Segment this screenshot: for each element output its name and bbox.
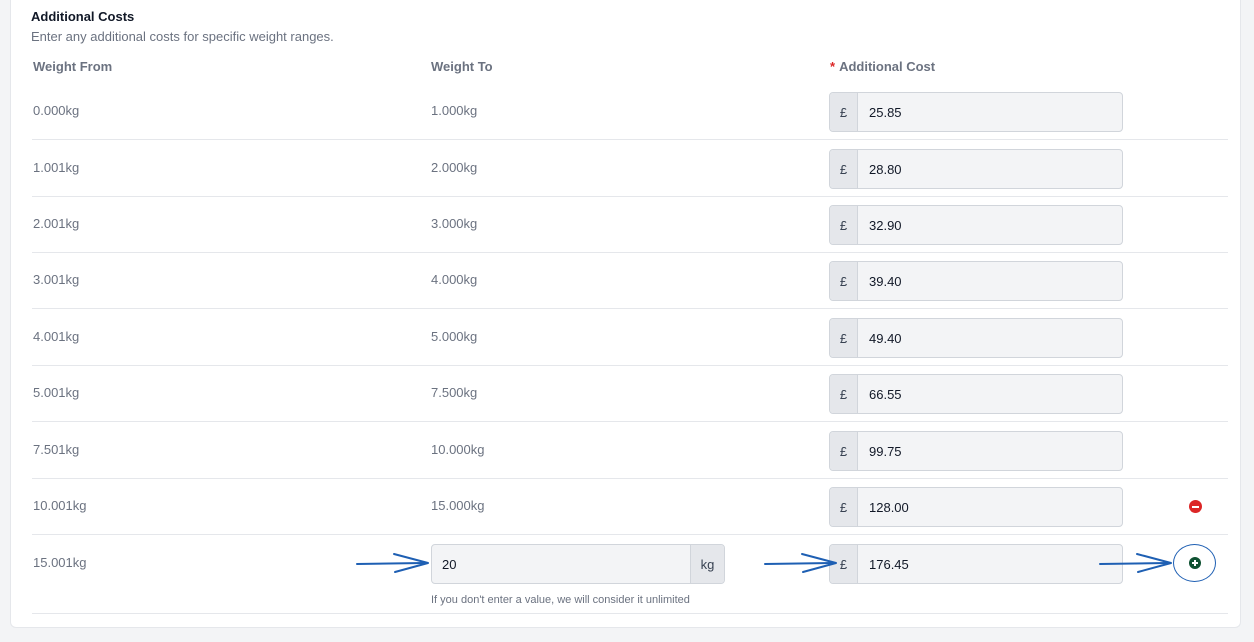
weight-to-input-value[interactable]: 20	[432, 545, 690, 583]
weight-to-value: 1.000kg	[431, 103, 478, 118]
table-row: 3.001kg 4.000kg £ 39.40	[32, 252, 1228, 309]
currency-prefix: £	[830, 545, 858, 583]
remove-row-button[interactable]	[1189, 500, 1202, 513]
additional-cost-value[interactable]: 25.85	[858, 93, 1122, 131]
weight-from-value: 1.001kg	[33, 160, 80, 175]
section-subtitle: Enter any additional costs for specific …	[31, 29, 334, 44]
column-header-weight-from: Weight From	[33, 59, 113, 74]
additional-cost-input[interactable]: £ 25.85	[829, 92, 1123, 132]
additional-cost-input[interactable]: £ 176.45	[829, 544, 1123, 584]
column-header-additional-cost-label: Additional Cost	[839, 59, 936, 74]
weight-from-value: 7.501kg	[33, 442, 80, 457]
table-row: 4.001kg 5.000kg £ 49.40	[32, 309, 1228, 366]
additional-cost-value[interactable]: 66.55	[858, 375, 1122, 413]
weight-to-value: 7.500kg	[431, 385, 478, 400]
weight-to-value: 2.000kg	[431, 160, 478, 175]
additional-cost-input[interactable]: £ 99.75	[829, 431, 1123, 471]
weight-from-value: 3.001kg	[33, 272, 80, 287]
weight-to-input[interactable]: 20 kg	[431, 544, 725, 584]
currency-prefix: £	[830, 93, 858, 131]
currency-prefix: £	[830, 150, 858, 188]
unit-suffix: kg	[690, 545, 724, 583]
additional-cost-value[interactable]: 128.00	[858, 488, 1122, 526]
additional-cost-input[interactable]: £ 66.55	[829, 374, 1123, 414]
additional-cost-input[interactable]: £ 28.80	[829, 149, 1123, 189]
currency-prefix: £	[830, 488, 858, 526]
table-row: 2.001kg 3.000kg £ 32.90	[32, 196, 1228, 253]
table-row: 10.001kg 15.000kg £ 128.00	[32, 478, 1228, 535]
additional-cost-value[interactable]: 176.45	[858, 545, 1122, 583]
additional-cost-value[interactable]: 28.80	[858, 150, 1122, 188]
weight-from-value: 0.000kg	[33, 103, 80, 118]
weight-from-value: 5.001kg	[33, 385, 80, 400]
column-header-additional-cost: * Additional Cost	[830, 59, 935, 74]
additional-cost-value[interactable]: 49.40	[858, 319, 1122, 357]
additional-cost-input[interactable]: £ 32.90	[829, 205, 1123, 245]
additional-cost-value[interactable]: 32.90	[858, 206, 1122, 244]
weight-from-value: 4.001kg	[33, 329, 80, 344]
additional-cost-input[interactable]: £ 39.40	[829, 261, 1123, 301]
weight-from-value: 15.001kg	[33, 555, 87, 570]
additional-cost-input[interactable]: £ 49.40	[829, 318, 1123, 358]
additional-costs-card: Additional Costs Enter any additional co…	[10, 0, 1241, 628]
unlimited-hint: If you don't enter a value, we will cons…	[431, 594, 690, 606]
table-row: 5.001kg 7.500kg £ 66.55	[32, 365, 1228, 422]
weight-to-value: 15.000kg	[431, 498, 485, 513]
currency-prefix: £	[830, 432, 858, 470]
additional-cost-input[interactable]: £ 128.00	[829, 487, 1123, 527]
currency-prefix: £	[830, 262, 858, 300]
additional-cost-value[interactable]: 39.40	[858, 262, 1122, 300]
plus-circle-icon	[1188, 557, 1201, 569]
weight-from-value: 10.001kg	[33, 498, 87, 513]
weight-from-value: 2.001kg	[33, 216, 80, 231]
add-row-button[interactable]	[1173, 544, 1216, 582]
column-header-weight-to: Weight To	[431, 59, 493, 74]
weight-to-value: 3.000kg	[431, 216, 478, 231]
weight-to-value: 10.000kg	[431, 442, 485, 457]
currency-prefix: £	[830, 206, 858, 244]
section-title: Additional Costs	[31, 9, 135, 24]
required-asterisk: *	[830, 59, 836, 74]
table-row: 1.001kg 2.000kg £ 28.80	[32, 140, 1228, 197]
currency-prefix: £	[830, 319, 858, 357]
weight-to-value: 5.000kg	[431, 329, 478, 344]
currency-prefix: £	[830, 375, 858, 413]
additional-cost-value[interactable]: 99.75	[858, 432, 1122, 470]
table-row: 7.501kg 10.000kg £ 99.75	[32, 422, 1228, 479]
table-row: 0.000kg 1.000kg £ 25.85	[32, 83, 1228, 140]
weight-to-value: 4.000kg	[431, 272, 478, 287]
